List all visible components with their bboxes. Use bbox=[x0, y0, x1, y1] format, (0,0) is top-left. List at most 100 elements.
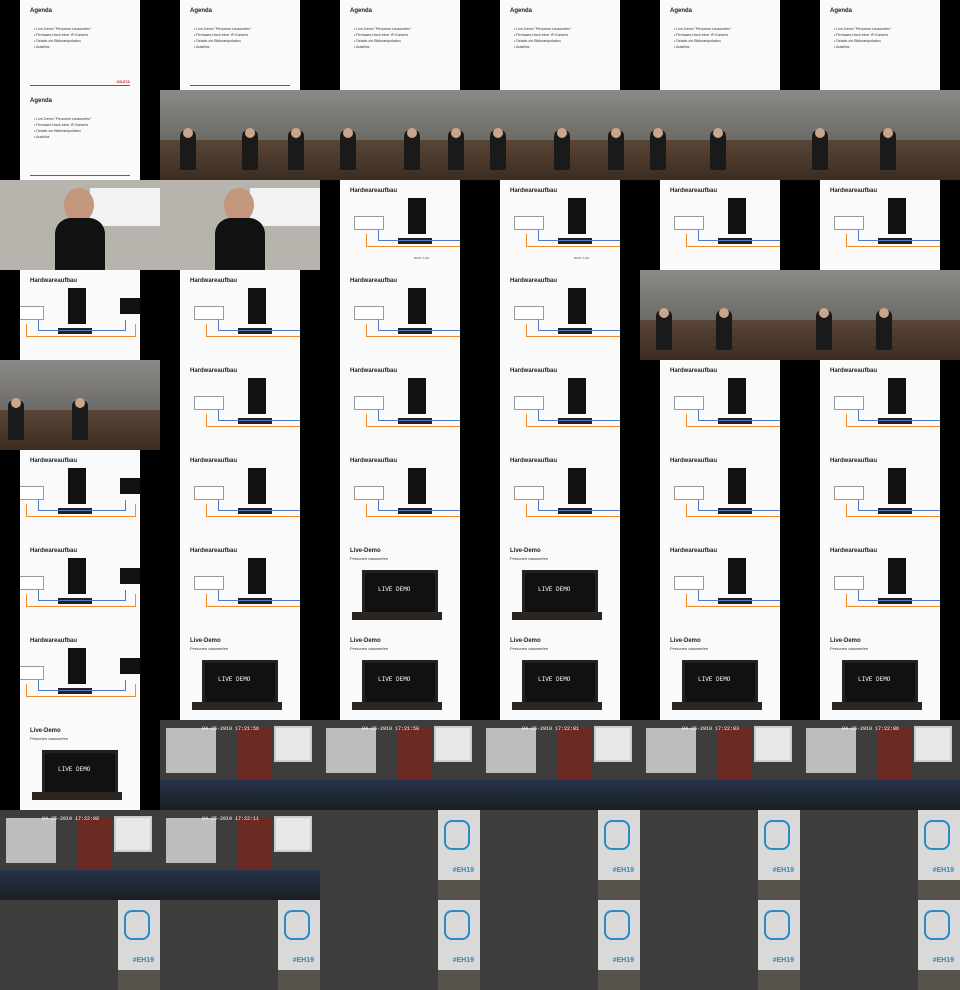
hardware-slide[interactable]: Hardwareaufbau bbox=[660, 450, 780, 540]
hardware-slide[interactable]: Hardwareaufbau bbox=[180, 360, 300, 450]
camera-frame[interactable]: 04-25-2019 17:21:56 bbox=[160, 720, 320, 810]
hardware-slide[interactable]: Hardwareaufbau bbox=[180, 540, 300, 630]
stage-photo[interactable] bbox=[320, 90, 480, 180]
slide-title: Agenda bbox=[350, 8, 373, 14]
agenda-slide-1[interactable]: Agenda Live-Demo "Personen rauswerfen" F… bbox=[20, 0, 140, 90]
live-demo-slide[interactable]: Live-Demo Personen rauswerfen LIVE DEMO bbox=[340, 630, 460, 720]
live-demo-text: LIVE DEMO bbox=[858, 676, 891, 683]
slide-title: Hardwareaufbau bbox=[830, 548, 878, 554]
agenda-bullets: Live-Demo "Personen rauswerfen" Firmware… bbox=[834, 26, 891, 50]
slide-title: Hardwareaufbau bbox=[190, 458, 238, 464]
hardware-slide[interactable]: Hardwareaufbau bbox=[20, 270, 140, 360]
blue-cable bbox=[378, 230, 460, 241]
camera-frame[interactable]: 04-25-2019 17:21:58 bbox=[320, 720, 480, 810]
ip-camera bbox=[834, 576, 864, 590]
hardware-slide[interactable]: Hardwareaufbau bbox=[340, 270, 460, 360]
hardware-slide[interactable]: Hardwareaufbau WAN / LAN bbox=[340, 180, 460, 270]
seats bbox=[160, 870, 320, 900]
live-demo-slide[interactable]: Live-Demo Personen rauswerfen LIVE DEMO bbox=[340, 540, 460, 630]
laptop-screen bbox=[522, 570, 598, 616]
pip-frame[interactable]: #EH19 bbox=[0, 900, 160, 990]
live-demo-slide[interactable]: Live-Demo Personen rauswerfen LIVE DEMO bbox=[20, 720, 140, 810]
camera-view bbox=[480, 810, 598, 900]
hardware-slide[interactable]: Hardwareaufbau bbox=[180, 450, 300, 540]
live-demo-slide[interactable]: Live-Demo Personen rauswerfen LIVE DEMO bbox=[660, 630, 780, 720]
stage-photo[interactable] bbox=[640, 270, 800, 360]
hardware-slide[interactable]: Hardwareaufbau bbox=[340, 450, 460, 540]
stage-photo[interactable] bbox=[480, 90, 640, 180]
hardware-slide[interactable]: Hardwareaufbau bbox=[500, 270, 620, 360]
speaker-head bbox=[291, 128, 301, 138]
laptop-screen bbox=[362, 660, 438, 706]
live-demo-slide[interactable]: Live-Demo Personen rauswerfen LIVE DEMO bbox=[180, 630, 300, 720]
speaker-closeup[interactable] bbox=[0, 180, 160, 270]
seats bbox=[320, 780, 480, 810]
slide-title: Hardwareaufbau bbox=[190, 278, 238, 284]
pip-frame[interactable]: #EH19 bbox=[320, 900, 480, 990]
pc-tower bbox=[888, 558, 906, 594]
live-demo-text: LIVE DEMO bbox=[698, 676, 731, 683]
projector-screen bbox=[806, 728, 856, 773]
hardware-slide[interactable]: Hardwareaufbau bbox=[500, 360, 620, 450]
agenda-slide-2[interactable]: Agenda Live-Demo "Personen rauswerfen" F… bbox=[180, 0, 300, 90]
pip-frame[interactable]: #EH19 bbox=[480, 810, 640, 900]
live-demo-slide[interactable]: Live-Demo Personen rauswerfen LIVE DEMO bbox=[500, 540, 620, 630]
hardware-slide[interactable]: Hardwareaufbau bbox=[180, 270, 300, 360]
agenda-slide-4[interactable]: Agenda Live-Demo "Personen rauswerfen" F… bbox=[500, 0, 620, 90]
hardware-slide[interactable]: Hardwareaufbau bbox=[820, 450, 940, 540]
speaker-head bbox=[653, 128, 663, 138]
hardware-slide[interactable]: Hardwareaufbau bbox=[20, 540, 140, 630]
hardware-slide[interactable]: Hardwareaufbau bbox=[820, 360, 940, 450]
slide-title: Live-Demo bbox=[350, 548, 381, 554]
laptop-screen bbox=[522, 660, 598, 706]
slide-title: Hardwareaufbau bbox=[350, 188, 398, 194]
camera-frame[interactable]: 04-25-2019 17:22:06 bbox=[800, 720, 960, 810]
projector-screen bbox=[646, 728, 696, 773]
curtain bbox=[238, 818, 272, 873]
pc-tower bbox=[728, 198, 746, 234]
slide-title: Agenda bbox=[510, 8, 533, 14]
hardware-slide[interactable]: Hardwareaufbau WAN / LAN bbox=[500, 180, 620, 270]
pip-frame[interactable]: #EH19 bbox=[800, 900, 960, 990]
pc-tower bbox=[568, 288, 586, 324]
pip-frame[interactable]: #EH19 bbox=[640, 810, 800, 900]
agenda-slide-7[interactable]: Agenda Live-Demo "Personen rauswerfen" F… bbox=[20, 90, 140, 180]
pip-frame[interactable]: #EH19 bbox=[640, 900, 800, 990]
pip-frame[interactable]: #EH19 bbox=[160, 900, 320, 990]
pc-tower bbox=[888, 378, 906, 414]
camera-frame[interactable]: 04-25-2019 17:22:03 bbox=[640, 720, 800, 810]
speaker-face bbox=[64, 188, 94, 222]
hardware-slide[interactable]: Hardwareaufbau bbox=[660, 540, 780, 630]
hardware-slide[interactable]: Hardwareaufbau bbox=[20, 630, 140, 720]
live-demo-slide[interactable]: Live-Demo Personen rauswerfen LIVE DEMO bbox=[500, 630, 620, 720]
hardware-slide[interactable]: Hardwareaufbau bbox=[660, 180, 780, 270]
hardware-slide[interactable]: Hardwareaufbau bbox=[340, 360, 460, 450]
stage-photo[interactable] bbox=[160, 90, 320, 180]
ip-camera bbox=[674, 576, 704, 590]
agenda-slide-5[interactable]: Agenda Live-Demo "Personen rauswerfen" F… bbox=[660, 0, 780, 90]
live-demo-slide[interactable]: Live-Demo Personen rauswerfen LIVE DEMO bbox=[820, 630, 940, 720]
hardware-slide[interactable]: Hardwareaufbau bbox=[820, 540, 940, 630]
camera-frame[interactable]: 04-25-2019 17:22:01 bbox=[480, 720, 640, 810]
agenda-bullet: Ausblick bbox=[514, 44, 571, 50]
hardware-slide[interactable]: Hardwareaufbau bbox=[20, 450, 140, 540]
pip-frame[interactable]: #EH19 bbox=[480, 900, 640, 990]
camera-frame[interactable]: 04-25-2019 17:22:11 bbox=[160, 810, 320, 900]
hardware-slide[interactable]: Hardwareaufbau bbox=[820, 180, 940, 270]
agenda-slide-6[interactable]: Agenda Live-Demo "Personen rauswerfen" F… bbox=[820, 0, 940, 90]
blue-cable bbox=[218, 410, 300, 421]
ip-camera bbox=[194, 396, 224, 410]
pip-frame[interactable]: #EH19 bbox=[800, 810, 960, 900]
speaker-closeup[interactable] bbox=[160, 180, 320, 270]
stage-photo[interactable] bbox=[800, 90, 960, 180]
stage-photo[interactable] bbox=[640, 90, 800, 180]
hardware-slide[interactable]: Hardwareaufbau bbox=[500, 450, 620, 540]
stage-photo[interactable] bbox=[800, 270, 960, 360]
laptop-base bbox=[512, 702, 602, 710]
hardware-slide[interactable]: Hardwareaufbau bbox=[660, 360, 780, 450]
camera-frame[interactable]: 04-25-2019 17:22:08 bbox=[0, 810, 160, 900]
stage-photo[interactable] bbox=[0, 360, 160, 450]
speaker-inset bbox=[758, 880, 800, 900]
pip-frame[interactable]: #EH19 bbox=[320, 810, 480, 900]
agenda-slide-3[interactable]: Agenda Live-Demo "Personen rauswerfen" F… bbox=[340, 0, 460, 90]
